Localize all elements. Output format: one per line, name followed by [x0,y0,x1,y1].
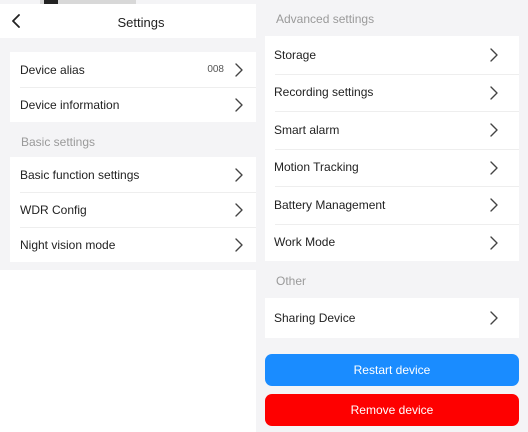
basic-settings-title: Basic settings [21,135,96,149]
remove-device-button[interactable]: Remove device [265,394,519,426]
motion-tracking-row[interactable]: Motion Tracking [265,148,519,187]
chevron-right-icon [490,48,498,62]
other-title: Other [276,274,307,288]
recording-settings-row[interactable]: Recording settings [265,73,519,112]
night-vision-mode-label: Night vision mode [20,237,116,252]
restart-device-button[interactable]: Restart device [265,354,519,386]
advanced-settings-card: Storage Recording settings Smart alarm M… [265,36,519,261]
smart-alarm-row[interactable]: Smart alarm [265,111,519,149]
storage-row[interactable]: Storage [265,36,519,74]
work-mode-row[interactable]: Work Mode [265,223,519,262]
work-mode-label: Work Mode [274,235,336,250]
left-panel: Settings Device alias 008 Device informa… [0,0,256,270]
chevron-right-icon [490,235,498,250]
device-alias-label: Device alias [20,62,85,77]
battery-management-label: Battery Management [274,197,386,212]
smart-alarm-label: Smart alarm [274,122,340,137]
device-alias-value: 008 [207,64,224,75]
chevron-right-icon [490,160,498,175]
other-card: Sharing Device [265,298,519,338]
header-bar: Settings [0,4,256,38]
chevron-right-icon [490,311,498,325]
storage-label: Storage [274,47,317,62]
right-panel: Advanced settings Storage Recording sett… [256,0,528,432]
chevron-right-icon [235,238,243,252]
recording-settings-label: Recording settings [274,85,374,100]
chevron-right-icon [235,203,243,217]
device-information-row[interactable]: Device information [10,87,256,122]
chevron-right-icon [490,85,498,100]
page-title: Settings [117,15,165,30]
sharing-device-label: Sharing Device [274,311,356,325]
wdr-config-row[interactable]: WDR Config [10,192,256,227]
wdr-config-label: WDR Config [20,202,87,217]
motion-tracking-label: Motion Tracking [274,160,359,175]
device-information-label: Device information [20,97,120,112]
device-alias-row[interactable]: Device alias 008 [10,52,256,87]
basic-settings-card: Basic function settings WDR Config Night… [10,157,256,262]
chevron-right-icon [235,98,243,112]
basic-function-settings-label: Basic function settings [20,167,140,182]
sharing-device-row[interactable]: Sharing Device [265,298,519,338]
chevron-right-icon [490,198,498,212]
general-settings-card: Device alias 008 Device information [10,52,256,122]
chevron-right-icon [235,168,243,182]
battery-management-row[interactable]: Battery Management [265,186,519,224]
advanced-settings-title: Advanced settings [276,12,375,26]
chevron-right-icon [235,63,243,77]
night-vision-mode-row[interactable]: Night vision mode [10,227,256,262]
basic-function-settings-row[interactable]: Basic function settings [10,157,256,192]
chevron-right-icon [490,123,498,137]
